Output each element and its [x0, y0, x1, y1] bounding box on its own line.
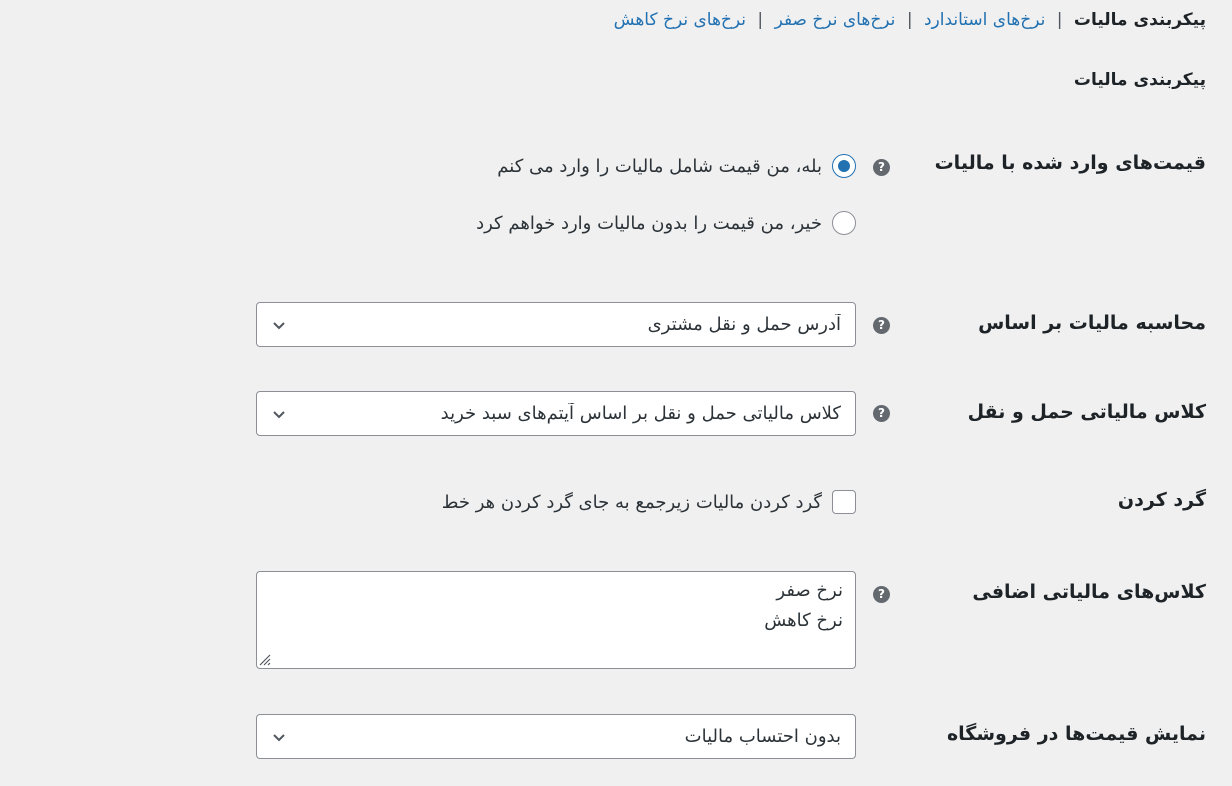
subnav-link-zero-rates[interactable]: نرخ‌های نرخ صفر	[775, 10, 896, 30]
rounding-option[interactable]: گرد کردن مالیات زیرجمع به جای گرد کردن ه…	[442, 490, 856, 514]
subnav-separator: |	[906, 10, 913, 30]
rounding-label: گرد کردن	[1117, 489, 1206, 511]
additional-classes-textarea[interactable]: نرخ صفر نرخ کاهش	[256, 571, 856, 669]
subnav-current: پیکربندی مالیات	[1073, 10, 1206, 30]
display-prices-shop-select[interactable]: بدون احتساب مالیات	[256, 714, 856, 759]
help-icon[interactable]: ?	[873, 317, 890, 334]
textarea-line: نرخ کاهش	[764, 610, 843, 631]
textarea-line: نرخ صفر	[776, 580, 843, 601]
shipping-tax-class-value: کلاس مالیاتی حمل و نقل بر اساس آیتم‌های …	[440, 403, 841, 424]
subnav-separator: |	[757, 10, 764, 30]
resize-grip-icon[interactable]	[259, 654, 271, 666]
section-title: پیکربندی مالیات	[1073, 70, 1206, 90]
rounding-checkbox-label: گرد کردن مالیات زیرجمع به جای گرد کردن ه…	[441, 491, 822, 513]
calc-based-on-select[interactable]: آدرس حمل و نقل مشتری	[256, 302, 856, 347]
radio-no-label: خیر، من قیمت را بدون مالیات وارد خواهم ک…	[476, 212, 822, 234]
subnav-link-reduced-rates[interactable]: نرخ‌های نرخ کاهش	[614, 10, 746, 30]
calc-based-on-label: محاسبه مالیات بر اساس	[978, 312, 1206, 334]
prices-exclusive-option[interactable]: خیر، من قیمت را بدون مالیات وارد خواهم ک…	[476, 211, 856, 235]
additional-classes-label: کلاس‌های مالیاتی اضافی	[972, 581, 1206, 603]
help-icon[interactable]: ?	[873, 586, 890, 603]
radio-yes[interactable]	[832, 154, 856, 178]
chevron-down-icon	[273, 321, 285, 329]
help-icon[interactable]: ?	[873, 405, 890, 422]
help-icon[interactable]: ?	[873, 159, 890, 176]
tax-settings-page: پیکربندی مالیات | نرخ‌های استاندارد | نر…	[0, 0, 1232, 786]
chevron-down-icon	[273, 410, 285, 418]
tax-subnav: پیکربندی مالیات | نرخ‌های استاندارد | نر…	[614, 10, 1206, 30]
radio-no[interactable]	[832, 211, 856, 235]
subnav-link-standard-rates[interactable]: نرخ‌های استاندارد	[924, 10, 1045, 30]
rounding-checkbox[interactable]	[832, 490, 856, 514]
subnav-separator: |	[1056, 10, 1063, 30]
prices-inclusive-option[interactable]: بله، من قیمت شامل مالیات را وارد می کنم	[497, 154, 856, 178]
prices-entered-label: قیمت‌های وارد شده با مالیات	[934, 152, 1206, 174]
shipping-tax-class-select[interactable]: کلاس مالیاتی حمل و نقل بر اساس آیتم‌های …	[256, 391, 856, 436]
display-prices-shop-value: بدون احتساب مالیات	[684, 726, 841, 747]
radio-yes-label: بله، من قیمت شامل مالیات را وارد می کنم	[497, 155, 822, 177]
shipping-tax-class-label: کلاس مالیاتی حمل و نقل	[967, 401, 1206, 423]
calc-based-on-value: آدرس حمل و نقل مشتری	[647, 314, 841, 335]
chevron-down-icon	[273, 733, 285, 741]
display-prices-shop-label: نمایش قیمت‌ها در فروشگاه	[946, 723, 1206, 745]
